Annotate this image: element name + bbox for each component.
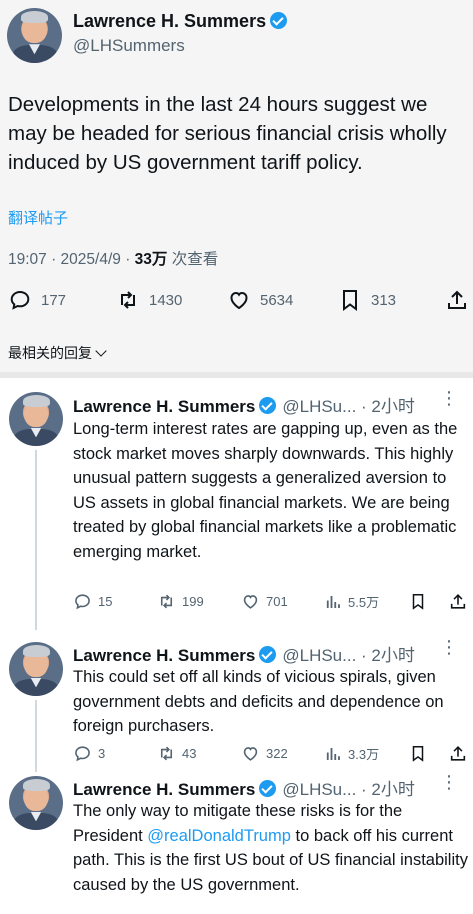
reply-header: Lawrence H. Summers @LHSu... · 2小时 (73, 392, 415, 417)
avatar[interactable] (9, 392, 63, 446)
bookmark-icon (412, 594, 424, 610)
page: Lawrence H. Summers @LHSummers Developme… (0, 0, 473, 914)
reply-icon (75, 594, 90, 610)
verified-badge-icon (270, 12, 288, 29)
avatar[interactable] (9, 642, 63, 696)
reply-sort-dropdown[interactable]: 最相关的回复 (8, 343, 107, 363)
handle-time[interactable]: @LHSu... · 2小时 (282, 397, 415, 416)
reply-button[interactable]: 15 (73, 592, 112, 611)
like-button[interactable]: 701 (241, 592, 288, 611)
share-button[interactable] (449, 592, 467, 611)
reply-text: The only way to mitigate these risks is … (73, 802, 468, 894)
verified-badge-icon (259, 646, 277, 663)
repost-icon (121, 291, 135, 309)
repost-button[interactable]: 43 (157, 744, 196, 763)
translate-post-link[interactable]: 翻译帖子 (8, 207, 68, 228)
bookmark-icon (343, 290, 357, 311)
analytics-icon (326, 595, 340, 608)
views-button[interactable]: 5.5万 (324, 592, 379, 611)
reply-tweet[interactable]: Lawrence H. Summers @LHSu... · 2小时 ⋮ The … (0, 772, 473, 914)
main-tweet: Lawrence H. Summers @LHSummers Developme… (0, 0, 473, 372)
reply-icon (75, 746, 90, 762)
more-options-icon[interactable]: ⋮ (440, 637, 459, 658)
reply-text: Long-term interest rates are gapping up,… (73, 420, 458, 561)
views-label: 次查看 (167, 251, 219, 268)
like-button[interactable]: 322 (241, 744, 288, 763)
tweet-actions: 177 1430 5634 313 (8, 288, 468, 314)
reply-actions: 3 43 322 3.3万 (73, 744, 468, 766)
mention-link[interactable]: @realDonaldTrump (147, 827, 291, 845)
share-icon (448, 290, 466, 309)
reply-text: This could set off all kinds of vicious … (73, 668, 444, 735)
views-button[interactable]: 3.3万 (324, 744, 379, 763)
handle-time[interactable]: @LHSu... · 2小时 (282, 646, 415, 665)
share-button[interactable] (449, 744, 467, 763)
share-icon (450, 594, 466, 609)
verified-badge-icon (259, 780, 277, 797)
author-name[interactable]: Lawrence H. Summers (73, 11, 288, 32)
analytics-icon (326, 747, 340, 760)
share-button[interactable] (446, 288, 468, 312)
bookmark-button[interactable] (409, 592, 427, 611)
heart-icon (243, 747, 258, 761)
verified-badge-icon (259, 397, 277, 414)
repost-icon (160, 594, 173, 609)
views-count: 33万 (134, 251, 168, 268)
heart-icon (243, 595, 258, 609)
thread-line (35, 450, 37, 640)
thread-line (35, 700, 37, 782)
tweet-text: Developments in the last 24 hours sugges… (8, 93, 447, 174)
reply-button[interactable]: 3 (73, 744, 105, 763)
like-button[interactable]: 5634 (227, 288, 293, 312)
heart-icon (230, 291, 248, 310)
bookmark-button[interactable]: 313 (338, 288, 396, 312)
repost-button[interactable]: 199 (157, 592, 204, 611)
repost-icon (160, 746, 173, 761)
author-handle[interactable]: @LHSummers (73, 36, 185, 56)
tweet-meta: 19:07 · 2025/4/9 · 33万 次查看 (8, 247, 218, 269)
chevron-down-icon (95, 345, 107, 357)
reply-header: Lawrence H. Summers @LHSu... · 2小时 (73, 775, 415, 800)
handle-time[interactable]: @LHSu... · 2小时 (282, 780, 415, 799)
repost-button[interactable]: 1430 (116, 288, 182, 312)
reply-header: Lawrence H. Summers @LHSu... · 2小时 (73, 641, 415, 666)
share-icon (450, 746, 466, 761)
author-name[interactable]: Lawrence H. Summers (73, 780, 255, 799)
bookmark-button[interactable] (409, 744, 427, 763)
avatar[interactable] (9, 776, 63, 830)
author-name[interactable]: Lawrence H. Summers (73, 646, 255, 665)
reply-actions: 15 199 701 5.5万 (73, 592, 468, 614)
timestamp[interactable]: 19:07 · 2025/4/9 · (8, 251, 135, 268)
bookmark-icon (412, 746, 424, 762)
reply-tweet[interactable]: Lawrence H. Summers @LHSu... · 2小时 ⋮ Long… (0, 378, 473, 640)
more-options-icon[interactable]: ⋮ (440, 772, 459, 793)
reply-button[interactable]: 177 (8, 288, 66, 312)
reply-icon (10, 290, 30, 310)
author-name[interactable]: Lawrence H. Summers (73, 397, 255, 416)
reply-tweet[interactable]: Lawrence H. Summers @LHSu... · 2小时 ⋮ This… (0, 630, 473, 782)
more-options-icon[interactable]: ⋮ (440, 388, 459, 409)
avatar[interactable] (7, 8, 62, 63)
